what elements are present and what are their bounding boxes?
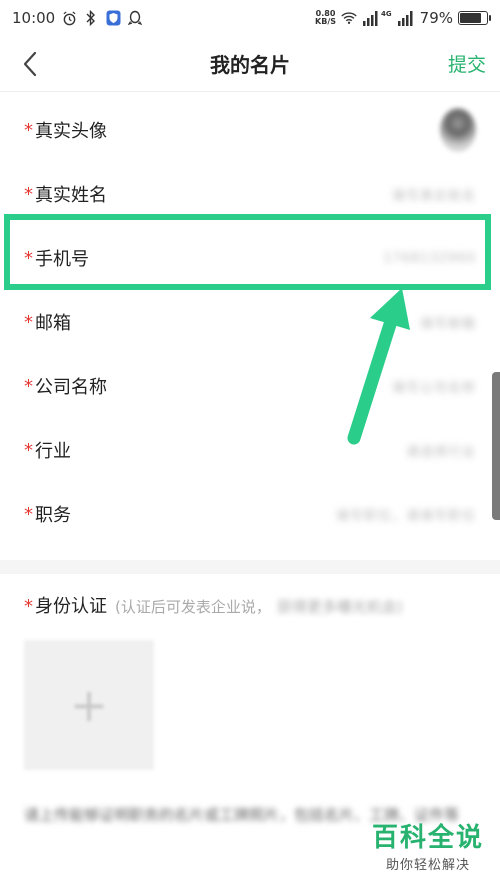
row-label: 职务 xyxy=(35,505,71,526)
row-label: 手机号 xyxy=(35,249,89,270)
business-card-form: * 真实头像 * 真实姓名 填写真实姓名 * 手机号 1768132960 * … xyxy=(0,98,500,832)
plus-icon: + xyxy=(69,678,109,732)
chevron-left-icon xyxy=(23,51,37,77)
screen: 10:00 0.80 KB/S 4G 79% 我的名片 提交 * 真实头像 * … xyxy=(0,0,500,889)
row-email[interactable]: * 邮箱 填写邮箱 xyxy=(0,290,500,354)
row-phone[interactable]: * 手机号 1768132960 xyxy=(0,226,500,290)
watermark-logo: 百科全说 助你轻松解决 xyxy=(372,817,484,873)
company-field[interactable]: 填写公司名称 xyxy=(392,377,476,396)
bluetooth-icon xyxy=(83,10,99,26)
qq-icon xyxy=(127,10,143,26)
battery-percent: 79% xyxy=(419,9,453,27)
name-field[interactable]: 填写真实姓名 xyxy=(392,185,476,204)
required-mark: * xyxy=(24,183,33,205)
avatar[interactable] xyxy=(440,108,476,152)
wifi-icon xyxy=(341,10,357,26)
phone-field[interactable]: 1768132960 xyxy=(383,251,476,266)
network-speed: 0.80 KB/S xyxy=(315,9,337,26)
row-company-name[interactable]: * 公司名称 填写公司名称 xyxy=(0,354,500,418)
row-label: 行业 xyxy=(35,441,71,462)
required-mark: * xyxy=(24,596,33,617)
section-divider xyxy=(0,560,500,574)
required-mark: * xyxy=(24,247,33,269)
shield-app-icon xyxy=(105,10,121,26)
row-label: 真实头像 xyxy=(35,121,107,142)
identity-title: 身份认证 xyxy=(35,596,107,617)
row-real-avatar[interactable]: * 真实头像 xyxy=(0,98,500,162)
industry-field[interactable]: 请选择行业 xyxy=(406,441,476,460)
identity-hint: (认证后可发表企业说， xyxy=(115,598,271,616)
battery-icon xyxy=(458,11,491,25)
required-mark: * xyxy=(24,119,33,141)
identity-header: * 身份认证 (认证后可发表企业说， 获得更多曝光机会) xyxy=(24,592,476,618)
row-label: 真实姓名 xyxy=(35,185,107,206)
watermark-main: 百科全说 xyxy=(371,823,484,853)
required-mark: * xyxy=(24,439,33,461)
row-real-name[interactable]: * 真实姓名 填写真实姓名 xyxy=(0,162,500,226)
required-mark: * xyxy=(24,375,33,397)
signal-4g-icon xyxy=(397,10,415,26)
status-bar: 10:00 0.80 KB/S 4G 79% xyxy=(0,0,500,36)
signal-icon xyxy=(362,10,380,26)
email-field[interactable]: 填写邮箱 xyxy=(420,313,476,332)
page-title: 我的名片 xyxy=(210,53,290,77)
submit-button[interactable]: 提交 xyxy=(448,50,486,77)
position-field[interactable]: 填写职位，请填写职位 xyxy=(336,505,476,524)
watermark-sub: 助你轻松解决 xyxy=(385,858,470,873)
alarm-icon xyxy=(61,10,77,26)
navigation-bar: 我的名片 提交 xyxy=(0,36,500,92)
row-label: 公司名称 xyxy=(35,377,107,398)
status-time: 10:00 xyxy=(12,9,56,27)
identity-verification-section: * 身份认证 (认证后可发表企业说， 获得更多曝光机会) + 请上传能够证明职务… xyxy=(0,574,500,832)
signal-label: 4G xyxy=(381,10,392,18)
back-button[interactable] xyxy=(16,50,44,78)
row-position[interactable]: * 职务 填写职位，请填写职位 xyxy=(0,482,500,546)
row-label: 邮箱 xyxy=(35,313,71,334)
identity-hint-tail: 获得更多曝光机会) xyxy=(276,598,403,616)
scrollbar-handle[interactable] xyxy=(492,372,500,520)
row-industry[interactable]: * 行业 请选择行业 xyxy=(0,418,500,482)
required-mark: * xyxy=(24,311,33,333)
upload-image-button[interactable]: + xyxy=(24,640,154,770)
required-mark: * xyxy=(24,503,33,525)
